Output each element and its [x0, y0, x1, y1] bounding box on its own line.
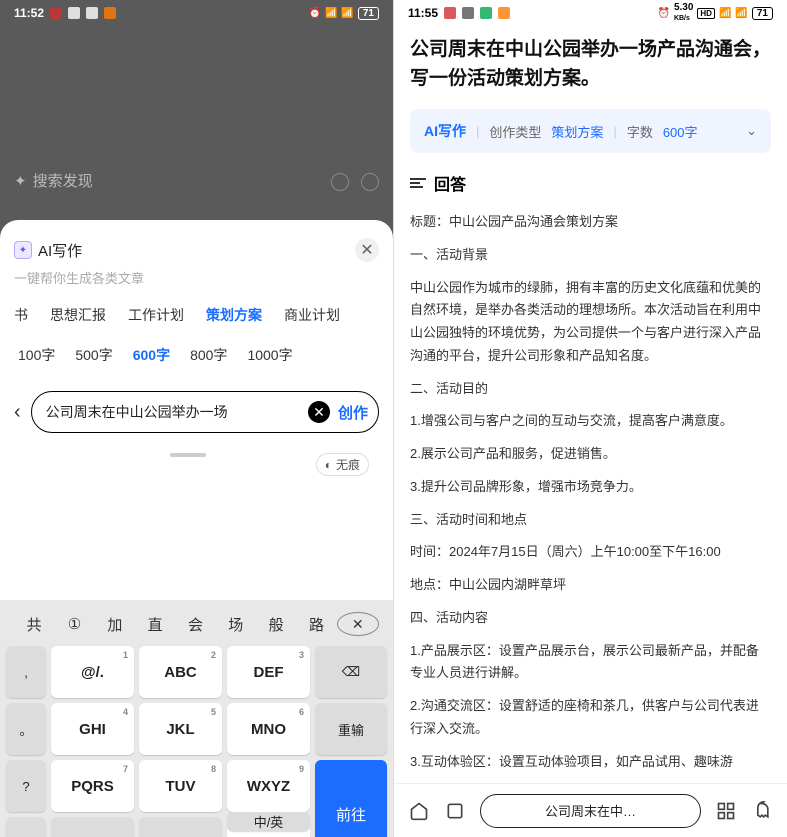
clear-button[interactable]: ✕	[308, 401, 330, 423]
app-icon	[498, 7, 510, 19]
back-icon[interactable]: ‹	[14, 401, 21, 424]
close-button[interactable]: ✕	[355, 238, 379, 262]
sparkle-icon: ✦	[14, 172, 27, 190]
sheet-title: ✦ AI写作	[14, 240, 82, 261]
length-tabs: 100字 500字 600字 800字 1000字	[14, 345, 379, 365]
key-1[interactable]: 1@/.	[51, 646, 134, 698]
candidate[interactable]: ①	[54, 615, 94, 633]
wifi-icon: 📶	[341, 8, 353, 19]
list-icon	[410, 178, 426, 188]
battery-indicator: 71	[358, 7, 379, 20]
key-5[interactable]: 5JKL	[139, 703, 222, 755]
mask-icon: ◐	[325, 458, 332, 472]
grid-icon[interactable]	[715, 800, 737, 822]
body-title: 标题：中山公园产品沟通会策划方案	[410, 211, 771, 234]
app-icon	[86, 7, 98, 19]
key-symbol[interactable]: 符	[51, 817, 134, 837]
create-button[interactable]: 创作	[338, 402, 368, 423]
candidate-row: 共 ① 加 直 会 场 般 路 ✕	[6, 606, 387, 646]
dimmed-background: ✦ 搜索发现	[0, 26, 393, 201]
length-option[interactable]: 600字	[133, 345, 170, 365]
candidate[interactable]: 路	[296, 614, 336, 635]
key-backspace[interactable]: ⌫	[315, 646, 387, 698]
hd-icon: HD	[697, 8, 715, 19]
key-4[interactable]: 4GHI	[51, 703, 134, 755]
battery-indicator: 71	[752, 7, 773, 20]
candidate[interactable]: 场	[216, 614, 256, 635]
signal-icon: 📶	[325, 8, 337, 19]
key-7[interactable]: 7PQRS	[51, 760, 134, 812]
search-discover-label: ✦ 搜索发现	[14, 170, 93, 191]
key-2[interactable]: 2ABC	[139, 646, 222, 698]
status-bar-left: 11:52 ⏰ 📶 📶 71	[0, 0, 393, 26]
alarm-icon: ⏰	[309, 8, 321, 19]
keyboard-handle[interactable]	[170, 453, 206, 457]
length-option[interactable]: 800字	[190, 345, 227, 365]
type-tabs: 书 思想汇报 工作计划 策划方案 商业计划	[14, 305, 379, 325]
key-6[interactable]: 6MNO	[227, 703, 310, 755]
app-icon	[444, 7, 456, 19]
eye-icon[interactable]	[361, 173, 379, 191]
status-bar-right: 11:55 ⏰ 5.30KB/s HD 📶 📶 71	[394, 0, 787, 26]
bottom-toolbar: 公司周末在中…	[394, 783, 787, 837]
key-123[interactable]: 123	[139, 817, 222, 837]
key-exclaim[interactable]: !	[6, 817, 46, 837]
key-9[interactable]: 9WXYZ	[227, 760, 310, 812]
tab-item[interactable]: 商业计划	[284, 305, 340, 325]
sheet-subtitle: 一键帮你生成各类文章	[14, 268, 379, 287]
ai-write-logo: AIAI写作写作	[424, 121, 466, 141]
candidate[interactable]: 共	[14, 614, 54, 635]
key-reinput[interactable]: 重输	[315, 703, 387, 755]
key-3[interactable]: 3DEF	[227, 646, 310, 698]
chevron-down-icon: ⌄	[746, 123, 757, 139]
candidate[interactable]: 般	[256, 614, 296, 635]
ai-write-sheet: ✦ AI写作 ✕ 一键帮你生成各类文章 书 思想汇报 工作计划 策划方案 商业计…	[0, 220, 393, 837]
candidate[interactable]: 会	[175, 614, 215, 635]
input-text: 公司周末在中山公园举办一场	[46, 402, 300, 422]
app-icon	[462, 7, 474, 19]
page-title: 公司周末在中山公园举办一场产品沟通会，写一份活动策划方案。	[410, 36, 771, 93]
ai-badge-icon: ✦	[14, 241, 32, 259]
answer-heading: 回答	[410, 171, 771, 195]
key-lang[interactable]: 中/英	[227, 812, 310, 831]
refresh-icon[interactable]	[331, 173, 349, 191]
key-go[interactable]: 前往	[315, 760, 387, 837]
tabs-icon[interactable]	[444, 800, 466, 822]
alarm-icon: ⏰	[657, 8, 669, 19]
app-icon	[50, 7, 62, 19]
app-icon	[68, 7, 80, 19]
keyboard: 共 ① 加 直 会 场 般 路 ✕ , 1@/. 2ABC 3DEF ⌫ 。 4…	[0, 600, 393, 837]
ai-write-config-card[interactable]: AIAI写作写作 | 创作类型 策划方案 | 字数 600字 ⌄	[410, 109, 771, 153]
signal-icon: 📶	[719, 8, 731, 19]
key-comma[interactable]: ,	[6, 646, 46, 698]
tab-item[interactable]: 工作计划	[128, 305, 184, 325]
length-option[interactable]: 1000字	[247, 345, 292, 365]
key-8[interactable]: 8TUV	[139, 760, 222, 812]
wifi-icon: 📶	[735, 8, 747, 19]
candidate[interactable]: 直	[135, 614, 175, 635]
tab-item[interactable]: 书	[14, 305, 28, 325]
answer-body: 标题：中山公园产品沟通会策划方案 一、活动背景 中山公园作为城市的绿肺，拥有丰富…	[410, 211, 771, 773]
app-icon	[104, 7, 116, 19]
prompt-input[interactable]: 公司周末在中山公园举办一场 ✕ 创作	[31, 391, 379, 433]
ghost-icon[interactable]	[751, 800, 773, 822]
incognito-toggle[interactable]: ◐ 无痕	[316, 453, 369, 476]
bottom-search-input[interactable]: 公司周末在中…	[480, 794, 701, 828]
key-question[interactable]: ?	[6, 760, 46, 812]
status-time: 11:55	[408, 6, 438, 20]
home-icon[interactable]	[408, 800, 430, 822]
tab-item[interactable]: 思想汇报	[50, 305, 106, 325]
tab-item[interactable]: 策划方案	[206, 305, 262, 325]
candidate[interactable]: 加	[95, 614, 135, 635]
length-option[interactable]: 500字	[75, 345, 112, 365]
app-icon	[480, 7, 492, 19]
candidate-delete[interactable]: ✕	[337, 612, 379, 636]
key-period[interactable]: 。	[6, 703, 46, 755]
length-option[interactable]: 100字	[18, 345, 55, 365]
status-time: 11:52	[14, 6, 44, 20]
